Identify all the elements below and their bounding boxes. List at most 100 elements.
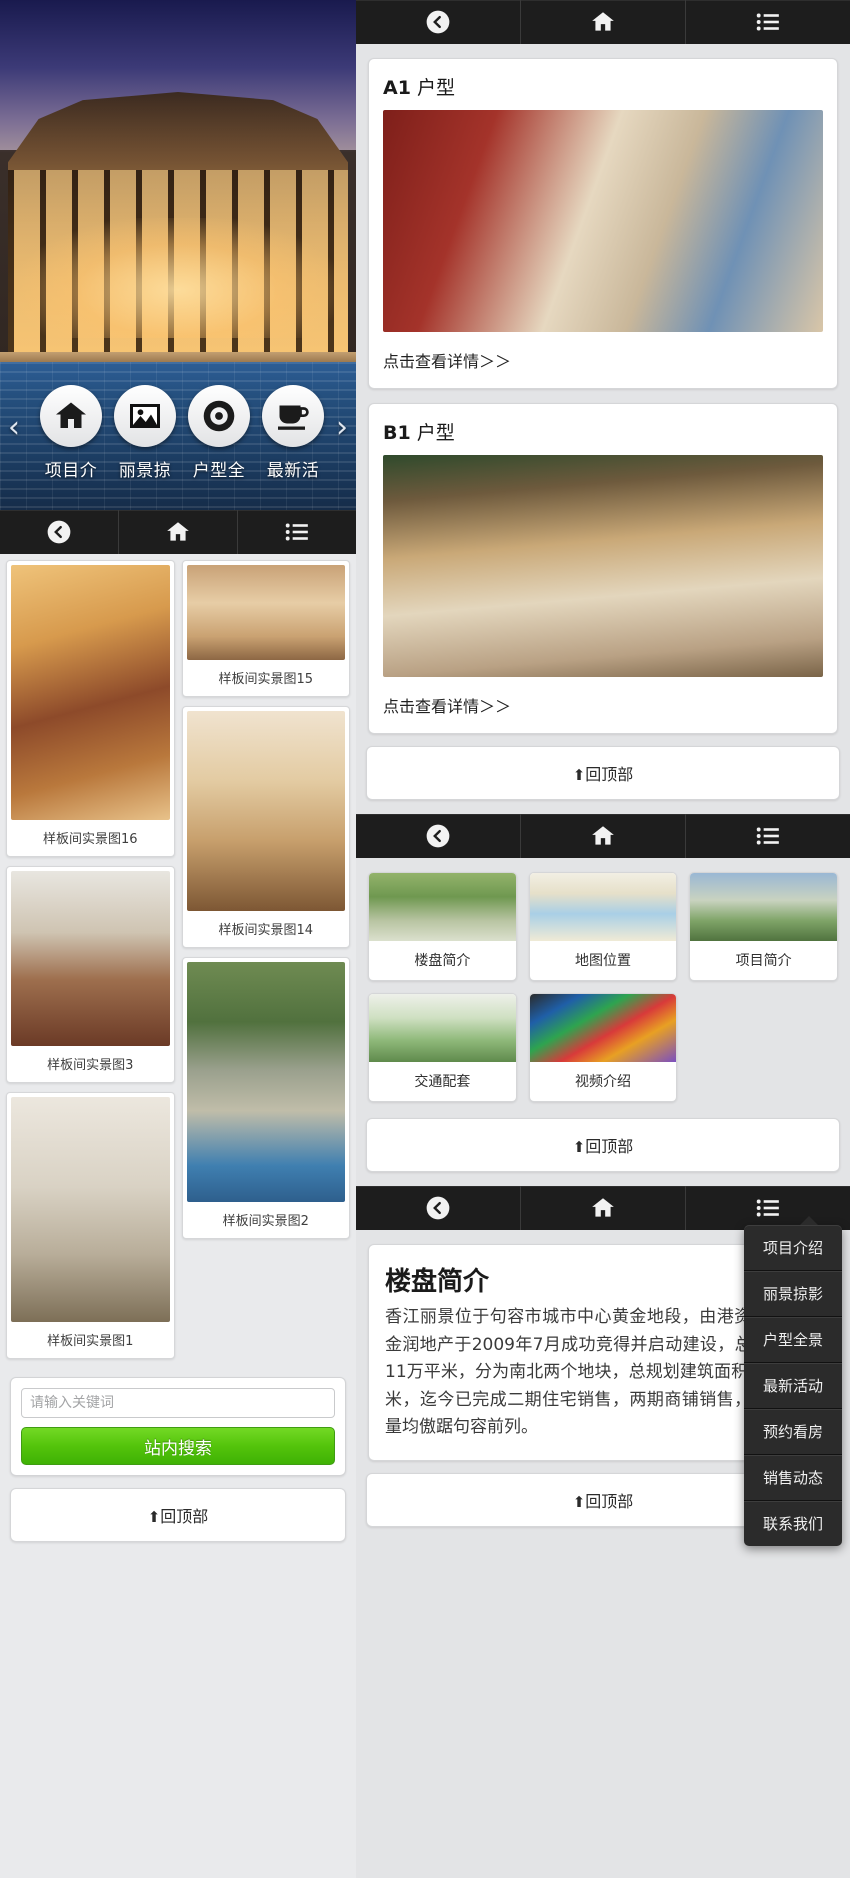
feature-tiles: 楼盘简介 地图位置 项目简介 交通配套 视频介绍 (356, 858, 850, 1106)
hero-nav-label: 项目介 (44, 461, 98, 481)
site-search: 站内搜索 (10, 1377, 346, 1476)
page-root: ‹ › 项目介 丽景掠 户型全 最新活 样板间实景图16 样板间实景图3 样板间… (0, 0, 850, 1878)
gallery-caption: 样板间实景图3 (47, 1058, 134, 1073)
list-menu-icon[interactable] (686, 814, 850, 858)
home-icon[interactable] (119, 510, 238, 554)
gallery-photo (186, 565, 345, 660)
gallery-caption: 样板间实景图15 (218, 672, 314, 687)
image-icon (114, 385, 176, 447)
tile-image (529, 873, 677, 941)
unit-title-rest: 户型 (416, 77, 455, 99)
left-toolbar (0, 510, 356, 554)
units-list: A1 户型 点击查看详情＞＞ B1 户型 点击查看详情＞＞ (356, 58, 850, 734)
up-arrow-icon: ⬆ (572, 1138, 586, 1156)
home-icon[interactable] (521, 814, 686, 858)
tile-label: 视频介绍 (574, 1074, 631, 1090)
dropdown-item-project-intro[interactable]: 项目介绍 (744, 1225, 842, 1271)
home-icon[interactable] (521, 0, 686, 44)
back-circle-icon[interactable] (356, 1186, 521, 1230)
list-menu-icon[interactable] (686, 0, 850, 44)
hero-nav-item-project[interactable]: 项目介 (34, 385, 108, 481)
dropdown-item-latest-events[interactable]: 最新活动 (744, 1363, 842, 1409)
right-toolbar-3 (356, 1186, 850, 1230)
back-to-top-label: 回顶部 (585, 1137, 634, 1156)
photo-gallery: 样板间实景图16 样板间实景图3 样板间实景图1 样板间实景图15 样板间实景图… (0, 554, 356, 1365)
hero-nav-label: 户型全 (192, 461, 246, 481)
back-to-top-right-1[interactable]: ⬆回顶部 (366, 746, 840, 800)
dropdown-item-unit-panorama[interactable]: 户型全景 (744, 1317, 842, 1363)
back-circle-icon[interactable] (356, 0, 521, 44)
unit-photo[interactable] (383, 455, 823, 677)
search-input[interactable] (21, 1388, 335, 1418)
gallery-card[interactable]: 样板间实景图3 (6, 866, 175, 1083)
gallery-photo (186, 962, 345, 1202)
unit-title: A1 户型 (369, 59, 837, 110)
gallery-photo (11, 1097, 170, 1322)
back-to-top-label: 回顶部 (585, 765, 634, 784)
gallery-photo (11, 565, 170, 820)
dropdown-item-contact-us[interactable]: 联系我们 (744, 1501, 842, 1546)
gallery-column-a: 样板间实景图16 样板间实景图3 样板间实景图1 (6, 560, 175, 1359)
gallery-photo (186, 711, 345, 911)
hero-nav-items: 项目介 丽景掠 户型全 最新活 (34, 385, 330, 481)
unit-title-rest: 户型 (416, 422, 455, 444)
gallery-card[interactable]: 样板间实景图16 (6, 560, 175, 857)
tile-project-overview[interactable]: 楼盘简介 (368, 872, 517, 981)
hero-nav-item-gallery[interactable]: 丽景掠 (108, 385, 182, 481)
search-button[interactable]: 站内搜索 (21, 1427, 335, 1465)
tile-transport[interactable]: 交通配套 (368, 993, 517, 1102)
unit-code: B1 (383, 422, 411, 444)
tile-label: 楼盘简介 (414, 953, 471, 969)
unit-card-b1: B1 户型 点击查看详情＞＞ (368, 403, 838, 734)
hero-nav-label: 最新活 (266, 461, 320, 481)
back-to-top-label: 回顶部 (160, 1507, 209, 1526)
tile-label: 项目简介 (735, 953, 792, 969)
back-to-top-right-2[interactable]: ⬆回顶部 (366, 1118, 840, 1172)
chevron-left-icon[interactable]: ‹ (8, 413, 20, 443)
hero-nav: ‹ › 项目介 丽景掠 户型全 最新活 (0, 385, 356, 510)
tile-label: 交通配套 (414, 1074, 471, 1090)
right-toolbar-2 (356, 814, 850, 858)
list-menu-icon[interactable] (686, 1186, 850, 1230)
list-menu-icon[interactable] (238, 510, 356, 554)
home-icon[interactable] (521, 1186, 686, 1230)
back-circle-icon[interactable] (356, 814, 521, 858)
back-to-top-left[interactable]: ⬆回顶部 (10, 1488, 346, 1542)
back-to-top-label: 回顶部 (585, 1491, 634, 1511)
gallery-card[interactable]: 样板间实景图14 (181, 706, 350, 948)
up-arrow-icon: ⬆ (147, 1508, 161, 1526)
hero-glow (20, 218, 336, 338)
gallery-caption: 样板间实景图1 (47, 1334, 134, 1349)
unit-detail-link[interactable]: 点击查看详情＞＞ (369, 332, 837, 388)
gallery-card[interactable]: 样板间实景图2 (181, 957, 350, 1239)
tile-image (690, 873, 837, 941)
dropdown-item-gallery[interactable]: 丽景掠影 (744, 1271, 842, 1317)
tile-image (369, 994, 516, 1062)
gallery-card[interactable]: 样板间实景图1 (6, 1092, 175, 1359)
dropdown-item-book-viewing[interactable]: 预约看房 (744, 1409, 842, 1455)
gallery-photo (11, 871, 170, 1046)
tile-image (369, 873, 516, 941)
right-toolbar-1 (356, 0, 850, 44)
chevron-right-icon[interactable]: › (336, 413, 348, 443)
tile-project-intro[interactable]: 项目简介 (689, 872, 838, 981)
right-panel: A1 户型 点击查看详情＞＞ B1 户型 点击查看详情＞＞ ⬆回顶部 楼盘简介 … (356, 0, 850, 1878)
back-circle-icon[interactable] (0, 510, 119, 554)
home-icon (40, 385, 102, 447)
left-panel: ‹ › 项目介 丽景掠 户型全 最新活 样板间实景图16 样板间实景图3 样板间… (0, 0, 356, 1878)
unit-card-a1: A1 户型 点击查看详情＞＞ (368, 58, 838, 389)
dropdown-item-sales-news[interactable]: 销售动态 (744, 1455, 842, 1501)
hero-nav-item-units[interactable]: 户型全 (182, 385, 256, 481)
hero-nav-item-news[interactable]: 最新活 (256, 385, 330, 481)
unit-detail-link[interactable]: 点击查看详情＞＞ (369, 677, 837, 733)
tile-map-location[interactable]: 地图位置 (528, 872, 678, 981)
gallery-caption: 样板间实景图16 (42, 832, 138, 847)
up-arrow-icon: ⬆ (572, 1492, 586, 1511)
gallery-caption: 样板间实景图2 (222, 1214, 309, 1229)
tile-label: 地图位置 (574, 953, 631, 969)
lifebuoy-icon (188, 385, 250, 447)
gallery-card[interactable]: 样板间实景图15 (181, 560, 350, 697)
hero-nav-label: 丽景掠 (118, 461, 172, 481)
unit-photo[interactable] (383, 110, 823, 332)
tile-video-intro[interactable]: 视频介绍 (528, 993, 678, 1102)
